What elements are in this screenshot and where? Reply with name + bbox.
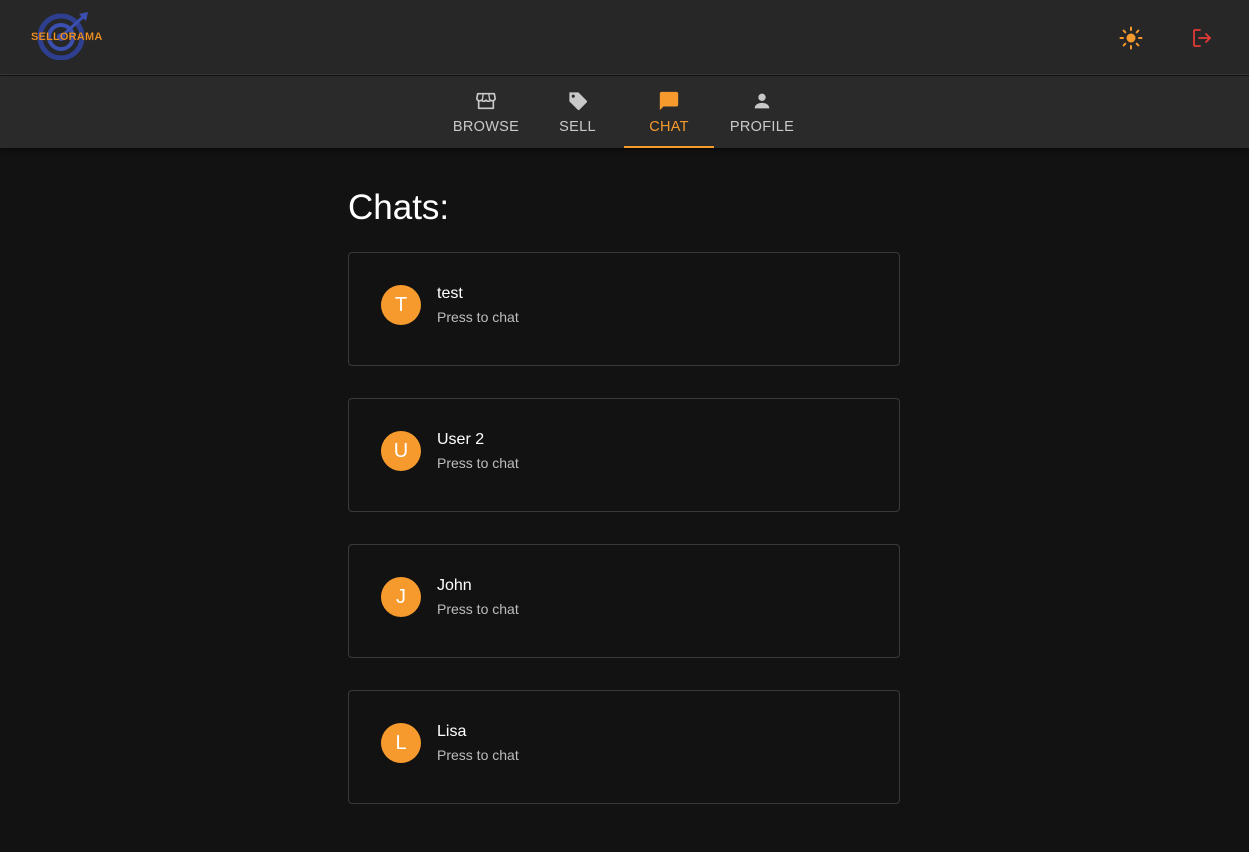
tab-sell[interactable]: SELL	[531, 76, 624, 148]
sellorama-logo[interactable]: SELLORAMA	[30, 12, 102, 60]
tab-browse[interactable]: BROWSE	[441, 76, 531, 148]
person-icon	[750, 89, 774, 113]
chat-subtitle: Press to chat	[437, 747, 519, 763]
tab-browse-label: BROWSE	[452, 119, 520, 135]
theme-toggle-button[interactable]	[1115, 22, 1147, 54]
chat-subtitle: Press to chat	[437, 309, 519, 325]
chat-user-name: User 2	[437, 431, 485, 448]
avatar: J	[381, 577, 421, 617]
chat-subtitle: Press to chat	[437, 455, 519, 471]
logout-button[interactable]	[1186, 22, 1218, 54]
chat-user-name: test	[437, 285, 463, 302]
tab-chat-label: CHAT	[649, 119, 689, 135]
tab-sell-label: SELL	[559, 119, 596, 135]
chat-user-name: Lisa	[437, 723, 467, 740]
chat-list-item[interactable]: T test Press to chat	[348, 252, 900, 366]
avatar: L	[381, 723, 421, 763]
chat-list: T test Press to chat U User 2 Press to c…	[348, 252, 900, 836]
chat-subtitle: Press to chat	[437, 601, 519, 617]
tab-profile-label: PROFILE	[729, 119, 795, 135]
tab-profile[interactable]: PROFILE	[714, 76, 810, 148]
sun-icon	[1119, 26, 1143, 50]
chat-list-item[interactable]: L Lisa Press to chat	[348, 690, 900, 804]
chat-list-item[interactable]: J John Press to chat	[348, 544, 900, 658]
chat-list-item[interactable]: U User 2 Press to chat	[348, 398, 900, 512]
storefront-icon	[474, 89, 498, 113]
chat-bubble-icon	[657, 89, 681, 113]
app-header: SELLORAMA	[0, 0, 1249, 75]
main-nav-tabs: BROWSE SELL CHAT PROFILE	[0, 76, 1249, 148]
logo-text: SELLORAMA	[31, 31, 103, 43]
page-title: Chats:	[348, 188, 450, 227]
logout-icon	[1193, 29, 1211, 47]
tab-chat[interactable]: CHAT	[624, 76, 714, 148]
avatar: U	[381, 431, 421, 471]
chat-user-name: John	[437, 577, 472, 594]
tag-icon	[566, 89, 590, 113]
avatar: T	[381, 285, 421, 325]
